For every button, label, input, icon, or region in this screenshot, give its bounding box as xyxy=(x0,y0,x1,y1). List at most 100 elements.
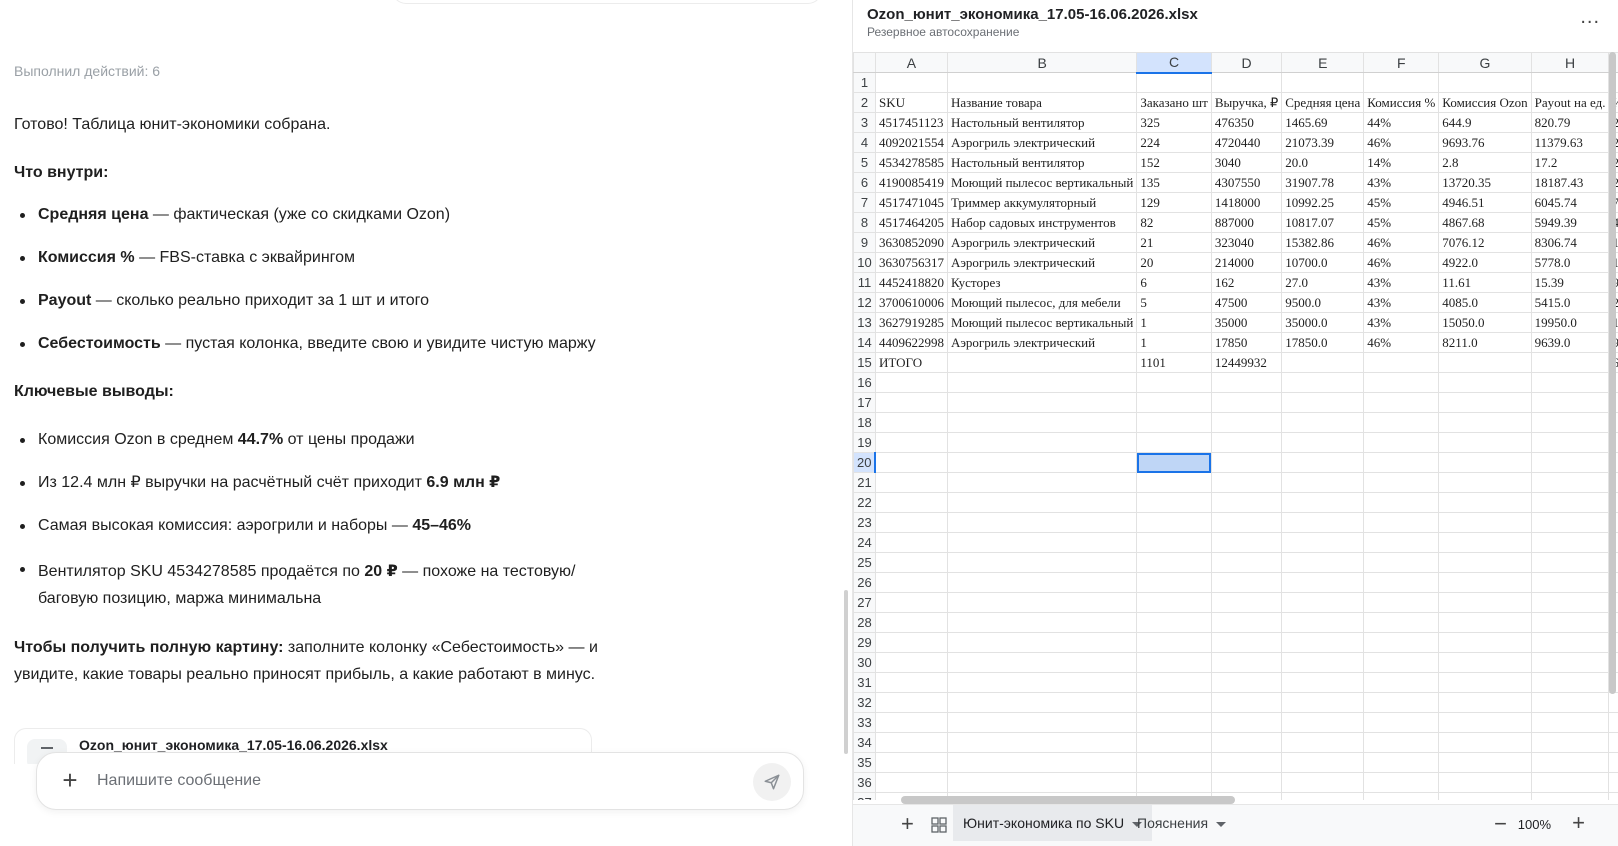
cell[interactable]: 46% xyxy=(1363,132,1440,153)
row-header[interactable]: 13 xyxy=(853,312,876,333)
cell[interactable] xyxy=(1363,732,1440,753)
cell[interactable] xyxy=(1438,432,1532,453)
cell[interactable]: Настольный вентилятор xyxy=(946,112,1138,133)
cell[interactable] xyxy=(874,512,948,533)
row-header[interactable]: 8 xyxy=(853,212,876,233)
cell[interactable] xyxy=(946,572,1138,593)
cell[interactable]: 43% xyxy=(1363,272,1440,293)
row-header[interactable]: 16 xyxy=(853,372,876,393)
tab-caret-icon[interactable] xyxy=(1216,821,1227,827)
cell[interactable] xyxy=(874,732,948,753)
cell[interactable] xyxy=(1281,772,1365,793)
row-header[interactable]: 4 xyxy=(853,132,876,153)
row-header[interactable]: 19 xyxy=(853,432,876,453)
cell[interactable] xyxy=(1530,352,1610,373)
cell[interactable] xyxy=(1530,72,1610,93)
cell[interactable]: Набор садовых инструментов xyxy=(946,212,1138,233)
cell[interactable] xyxy=(1210,572,1283,593)
cell[interactable] xyxy=(874,552,948,573)
cell[interactable] xyxy=(946,492,1138,513)
cell[interactable] xyxy=(1136,612,1212,633)
cell[interactable] xyxy=(1210,412,1283,433)
cell[interactable] xyxy=(1281,352,1365,373)
cell[interactable]: 14% xyxy=(1363,152,1440,173)
cell[interactable]: 13720.35 xyxy=(1438,172,1532,193)
cell[interactable] xyxy=(1438,452,1532,473)
cell[interactable] xyxy=(1530,472,1610,493)
cell[interactable]: 10817.07 xyxy=(1281,212,1365,233)
cell[interactable] xyxy=(946,432,1138,453)
cell[interactable]: 43% xyxy=(1363,292,1440,313)
cell[interactable]: Моющий пылесос вертикальный xyxy=(946,312,1138,333)
cell[interactable]: 214000 xyxy=(1210,252,1283,273)
cell[interactable] xyxy=(1136,492,1212,513)
cell[interactable] xyxy=(1281,552,1365,573)
cell[interactable]: 45% xyxy=(1363,192,1440,213)
cell[interactable] xyxy=(946,372,1138,393)
cell[interactable] xyxy=(1136,712,1212,733)
cell[interactable]: 5778.0 xyxy=(1530,252,1610,273)
cell[interactable]: 820.79 xyxy=(1530,112,1610,133)
cell[interactable] xyxy=(1363,352,1440,373)
cell[interactable]: Выручка, ₽ xyxy=(1210,92,1283,113)
tab-unit-economics[interactable]: Юнит-экономика по SKU xyxy=(953,805,1153,841)
cell[interactable] xyxy=(1136,392,1212,413)
row-header[interactable]: 23 xyxy=(853,512,876,533)
cell[interactable] xyxy=(946,752,1138,773)
cell[interactable] xyxy=(1136,372,1212,393)
cell[interactable] xyxy=(1281,432,1365,453)
cell[interactable] xyxy=(1210,72,1283,93)
cell[interactable] xyxy=(1438,512,1532,533)
cell[interactable]: Аэрогриль электрический xyxy=(946,252,1138,273)
column-header[interactable]: B xyxy=(946,52,1138,73)
cell[interactable] xyxy=(1438,592,1532,613)
cell[interactable] xyxy=(1530,532,1610,553)
cell[interactable] xyxy=(1608,792,1618,800)
cell[interactable]: 46% xyxy=(1363,252,1440,273)
cell[interactable] xyxy=(1363,392,1440,413)
cell[interactable]: 4092021554 xyxy=(874,132,948,153)
cell[interactable] xyxy=(1210,752,1283,773)
cell[interactable]: 3630852090 xyxy=(874,232,948,253)
cell[interactable] xyxy=(1530,572,1610,593)
column-header[interactable]: D xyxy=(1210,52,1283,73)
chat-scrollbar[interactable] xyxy=(844,590,848,754)
cell[interactable] xyxy=(874,632,948,653)
cell[interactable] xyxy=(874,452,948,473)
cell[interactable] xyxy=(1438,612,1532,633)
cell[interactable] xyxy=(1363,752,1440,773)
cell[interactable]: 12449932 xyxy=(1210,352,1283,373)
cell[interactable] xyxy=(874,592,948,613)
cell[interactable]: 1 xyxy=(1136,332,1212,353)
cell[interactable] xyxy=(946,652,1138,673)
cell[interactable] xyxy=(1281,372,1365,393)
cell[interactable] xyxy=(1530,732,1610,753)
cell[interactable] xyxy=(1363,632,1440,653)
cell[interactable]: 15050.0 xyxy=(1438,312,1532,333)
vertical-scrollbar[interactable] xyxy=(1609,52,1616,694)
row-header[interactable]: 10 xyxy=(853,252,876,273)
cell[interactable] xyxy=(1608,772,1618,793)
cell[interactable] xyxy=(874,472,948,493)
cell[interactable] xyxy=(1438,792,1532,800)
cell[interactable] xyxy=(874,532,948,553)
cell[interactable] xyxy=(1281,392,1365,413)
attach-plus-icon[interactable]: + xyxy=(57,767,83,793)
cell[interactable] xyxy=(1363,612,1440,633)
cell[interactable] xyxy=(1438,732,1532,753)
cell[interactable] xyxy=(874,652,948,673)
zoom-in-button[interactable]: + xyxy=(1572,810,1585,836)
cell[interactable] xyxy=(1210,632,1283,653)
cell[interactable]: 6045.74 xyxy=(1530,192,1610,213)
cell[interactable] xyxy=(946,452,1138,473)
cell[interactable] xyxy=(874,432,948,453)
cell[interactable] xyxy=(1136,672,1212,693)
cell[interactable] xyxy=(1210,492,1283,513)
cell[interactable] xyxy=(1530,592,1610,613)
row-header[interactable]: 28 xyxy=(853,612,876,633)
cell[interactable] xyxy=(1281,452,1365,473)
cell[interactable] xyxy=(1136,452,1212,473)
cell[interactable] xyxy=(946,772,1138,793)
cell[interactable] xyxy=(946,692,1138,713)
cell[interactable] xyxy=(1281,492,1365,513)
